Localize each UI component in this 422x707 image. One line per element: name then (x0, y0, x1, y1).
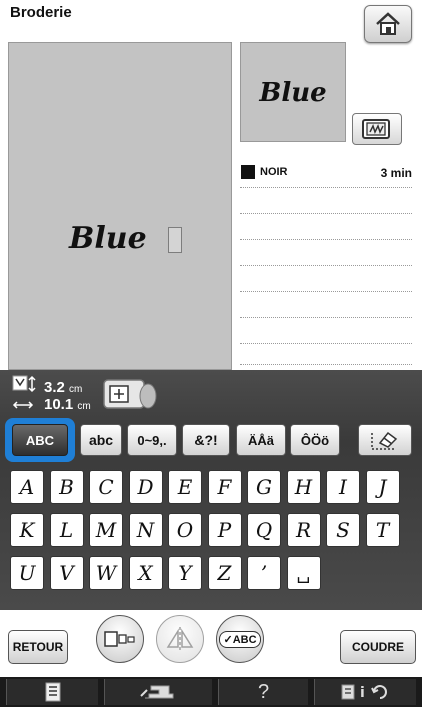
key-13[interactable]: N (128, 513, 163, 547)
back-button[interactable]: RETOUR (8, 630, 68, 664)
tab-symbols[interactable]: &?! (182, 424, 230, 456)
tab-lowercase[interactable]: abc (80, 424, 122, 456)
hoop-frame-icon (362, 119, 390, 139)
thread-list-divider (240, 239, 412, 240)
page-title: Broderie (10, 4, 72, 21)
sew-button[interactable]: COUDRE (340, 630, 416, 664)
key-2[interactable]: C (89, 470, 123, 504)
key-19[interactable]: T (365, 513, 400, 547)
key-15[interactable]: P (207, 513, 242, 547)
thumbnail-text: Blue (259, 78, 327, 108)
key-22[interactable]: W (89, 556, 123, 590)
abc-edit-label: ABC (232, 633, 257, 646)
tab-edit[interactable] (358, 424, 412, 456)
pattern-info-button[interactable] (6, 679, 98, 705)
key-20[interactable]: U (10, 556, 44, 590)
key-8[interactable]: I (326, 470, 360, 504)
size-icon (12, 375, 36, 409)
text-cursor (168, 227, 182, 253)
tab-uppercase[interactable]: ABC (12, 424, 68, 456)
sewing-machine-icon (139, 685, 173, 699)
thread-spool-icon (241, 165, 255, 179)
hoop-size-icon (103, 379, 157, 409)
stitch-time: 3 min (380, 166, 412, 180)
key-14[interactable]: O (168, 513, 202, 547)
thread-list-divider (240, 364, 412, 365)
thread-list-divider (240, 213, 412, 214)
preview-text: Blue (69, 221, 147, 256)
check-abc-icon: ✓ABC (219, 630, 261, 648)
key-24[interactable]: Y (168, 556, 202, 590)
edit-text-button[interactable]: ✓ABC (216, 615, 264, 663)
key-27[interactable]: ␣ (286, 556, 321, 590)
mirror-icon (166, 627, 194, 651)
height-readout: 3.2 cm (44, 379, 82, 396)
key-0[interactable]: A (10, 470, 44, 504)
mirror-button[interactable] (156, 615, 204, 663)
machine-view-button[interactable] (104, 679, 212, 705)
home-icon (376, 12, 400, 35)
key-3[interactable]: D (128, 470, 163, 504)
thread-color-row: NOIR 3 min (240, 160, 412, 182)
key-6[interactable]: G (247, 470, 281, 504)
tab-digits[interactable]: 0~9,. (127, 424, 177, 456)
thread-list-divider (240, 291, 412, 292)
key-21[interactable]: V (49, 556, 84, 590)
settings-button[interactable]: i (314, 679, 416, 705)
thumbnail-preview: Blue (240, 42, 346, 142)
key-25[interactable]: Z (207, 556, 242, 590)
key-7[interactable]: H (286, 470, 321, 504)
key-9[interactable]: J (365, 470, 400, 504)
thread-list-divider (240, 187, 412, 188)
key-26[interactable]: ’ (247, 556, 281, 590)
key-1[interactable]: B (49, 470, 84, 504)
thread-list-divider (240, 317, 412, 318)
key-23[interactable]: X (128, 556, 163, 590)
key-4[interactable]: E (168, 470, 202, 504)
key-10[interactable]: K (10, 513, 44, 547)
key-17[interactable]: R (286, 513, 321, 547)
frame-view-button[interactable] (352, 113, 402, 145)
eraser-icon (371, 431, 398, 450)
width-readout: 10.1 cm (44, 396, 91, 413)
tab-accents-lower[interactable]: ÔÖö (290, 424, 340, 456)
key-16[interactable]: Q (247, 513, 281, 547)
width-value: 10.1 (44, 396, 74, 413)
key-18[interactable]: S (326, 513, 360, 547)
tab-accents-upper[interactable]: ÄÅä (236, 424, 286, 456)
home-button[interactable] (364, 5, 412, 43)
height-unit: cm (69, 384, 83, 395)
text-array-icon (104, 631, 135, 647)
document-icon (45, 682, 60, 702)
height-value: 3.2 (44, 379, 65, 396)
key-5[interactable]: F (207, 470, 242, 504)
embroidery-preview: Blue (8, 42, 232, 370)
svg-text:i: i (360, 685, 365, 701)
help-button[interactable]: ? (218, 679, 308, 705)
thread-list-divider (240, 343, 412, 344)
array-button[interactable] (96, 615, 144, 663)
thread-color-name: NOIR (260, 166, 288, 178)
thread-list-divider (240, 265, 412, 266)
settings-icon: i (341, 684, 387, 701)
key-11[interactable]: L (49, 513, 84, 547)
width-unit: cm (77, 401, 91, 412)
key-12[interactable]: M (89, 513, 123, 547)
